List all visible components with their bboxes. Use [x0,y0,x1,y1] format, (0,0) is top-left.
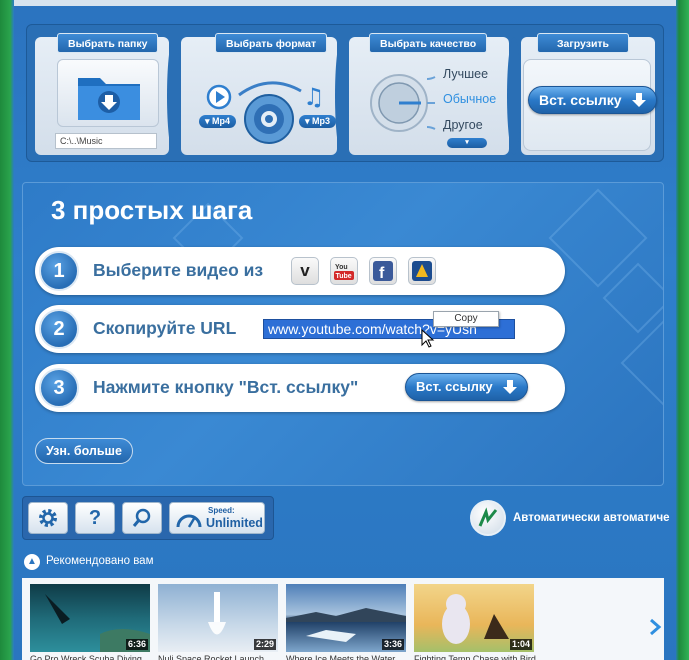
dailymotion-icon[interactable] [408,257,436,285]
video-format-select[interactable]: ▾ Mp4 [199,115,237,128]
toolbar: ? Speed: Unlimited [22,496,274,540]
window-top-edge [14,0,676,6]
paste-link-example-button: Вст. ссылку [405,373,528,401]
copy-context-menu[interactable]: Copy [433,311,499,327]
video-thumbnail[interactable]: 2:29 [158,584,278,652]
video-duration: 6:36 [125,639,148,650]
auto-mode-button[interactable] [470,500,506,536]
video-duration: 1:04 [509,639,532,650]
folder-step: Выбрать папку C:\..\Music [35,33,169,155]
recommended-label: Рекомендовано вам [46,555,154,567]
format-step-tab: Выбрать формат [215,33,328,53]
collapse-toggle[interactable]: ▲ [24,554,40,570]
settings-button[interactable] [28,502,68,534]
disc-icon: ♫ [206,81,325,144]
quality-other[interactable]: Другое [443,118,483,132]
video-thumbnail[interactable]: 6:36 [30,584,150,652]
download-steps-panel: Выбрать папку C:\..\Music Выбрать формат [26,24,664,162]
step-number: 3 [39,368,79,408]
step-separator [335,37,349,155]
step-number: 2 [39,309,79,349]
quality-other-dropdown[interactable]: ▾ [447,138,487,148]
step-text: Нажмите кнопку "Вст. ссылку" [93,377,359,397]
search-button[interactable] [122,502,162,534]
quality-knob-icon [370,74,436,132]
video-duration: 3:36 [381,639,404,650]
svg-text:♫: ♫ [303,83,325,111]
auto-mode-label: Автоматически автоматиче [513,512,670,524]
question-icon: ? [88,506,102,529]
format-step: Выбрать формат ♫ ▾ Mp4 ▾ Mp3 [181,33,337,155]
speed-label: Speed: [208,506,235,515]
download-arrow-icon [502,380,517,394]
paste-link-label: Вст. ссылку [539,92,622,108]
svg-text:f: f [379,265,385,281]
chevron-right-icon[interactable] [648,618,662,636]
download-arrow-icon [631,93,646,107]
audio-format-value: Mp3 [312,116,331,126]
auto-mode-icon [478,507,498,527]
upload-step-tab: Загрузить [537,33,629,53]
step-row-3: 3 Нажмите кнопку "Вст. ссылку" Вст. ссыл… [35,364,565,412]
paste-link-example-label: Вст. ссылку [416,379,493,394]
learn-more-button[interactable]: Узн. больше [35,438,133,464]
video-thumbnail[interactable]: 3:36 [286,584,406,652]
folder-icon [78,78,140,120]
decor-square [620,320,663,406]
svg-text:Tube: Tube [336,273,352,280]
instructions-panel: 3 простых шага 1 Выберите видео из v You… [22,182,664,486]
audio-format-select[interactable]: ▾ Mp3 [299,115,337,128]
quality-step-tab: Выбрать качество [369,33,488,53]
video-title[interactable]: Nuli Space Rocket Launch [158,654,282,660]
choose-folder-button[interactable] [57,59,159,127]
quality-normal[interactable]: Обычное [443,92,496,106]
step-separator [167,37,181,155]
folder-path-field[interactable]: C:\..\Music [55,133,157,149]
speedometer-icon [176,514,202,528]
step-row-2: 2 Скопируйте URL www.youtube.com/watch?v… [35,305,565,353]
recommended-strip: 6:36 Go Pro Wreck Scuba Diving 2:29 Nuli… [22,578,664,660]
app-window: Выбрать папку C:\..\Music Выбрать формат [14,0,676,660]
search-icon [132,508,151,527]
paste-link-button[interactable]: Вст. ссылку [528,86,657,114]
video-duration: 2:29 [253,639,276,650]
speed-button[interactable]: Speed: Unlimited [169,502,265,534]
step-text: Выберите видео из [93,260,264,280]
upload-step: Загрузить Вст. ссылку [521,33,657,155]
video-thumbnail[interactable]: 1:04 [414,584,534,652]
video-format-value: Mp4 [212,116,231,126]
video-title[interactable]: Where Ice Meets the Water [286,654,410,660]
step-row-1: 1 Выберите видео из v You Tube f [35,247,565,295]
quality-step: Выбрать качество Лучшее Обычное Другое ▾ [349,33,509,155]
folder-step-tab: Выбрать папку [57,33,159,53]
mouse-cursor-icon [421,329,435,348]
help-button[interactable]: ? [75,502,115,534]
video-title[interactable]: Go Pro Wreck Scuba Diving [30,654,154,660]
gear-icon [39,509,57,527]
step-text: Скопируйте URL [93,318,237,338]
facebook-icon[interactable]: f [369,257,397,285]
youtube-icon[interactable]: You Tube [330,257,358,285]
vimeo-icon[interactable]: v [291,257,319,285]
quality-best[interactable]: Лучшее [443,67,488,81]
step-number: 1 [39,251,79,291]
video-title[interactable]: Fighting Temp Chase with Bird [414,654,538,660]
speed-value: Unlimited [206,516,263,530]
upload-tile: Вст. ссылку [523,59,657,151]
svg-text:You: You [335,264,348,271]
step-separator [507,37,521,155]
page-title: 3 простых шага [51,195,253,225]
